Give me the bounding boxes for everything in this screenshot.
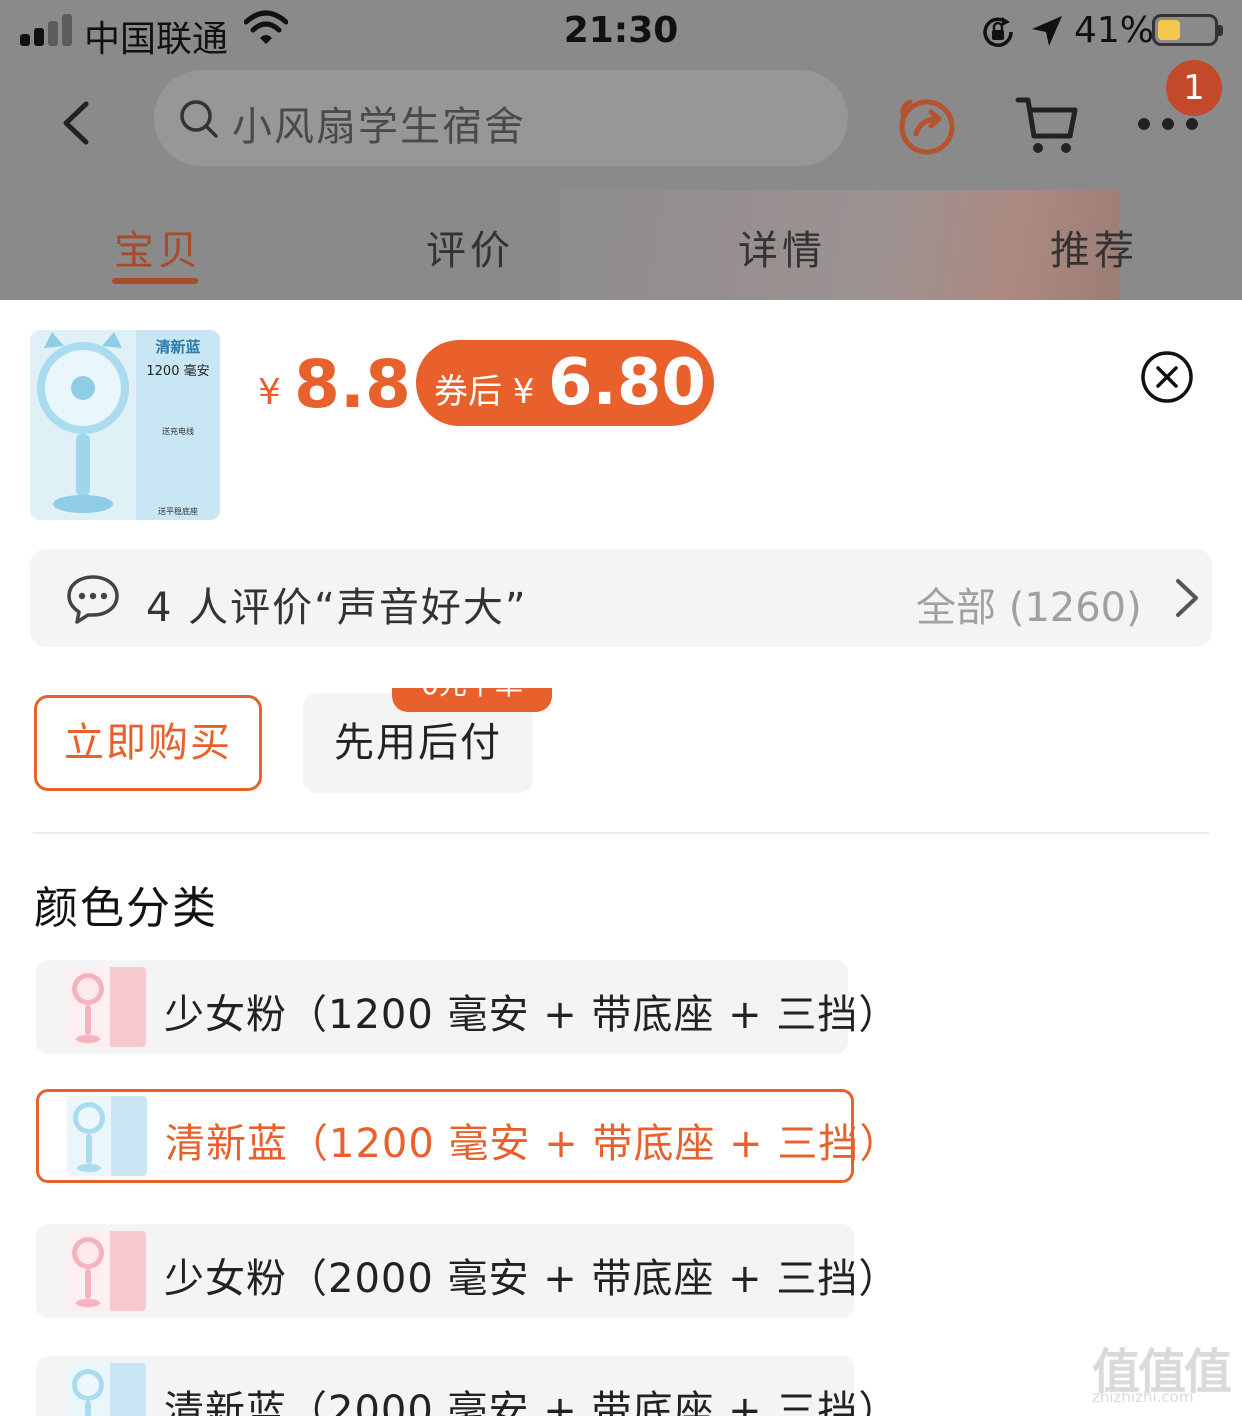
tab-recommend[interactable]: 推荐 <box>1050 218 1138 276</box>
tab-reviews[interactable]: 评价 <box>426 218 514 276</box>
option-label: 少女粉（2000 毫安 + 带底座 + 三挡） <box>164 1256 900 1302</box>
location-arrow-icon <box>1032 16 1062 46</box>
option-thumbnail <box>67 1096 147 1176</box>
watermark: 值值值 zhizhizhi.com <box>1092 1332 1238 1416</box>
close-icon[interactable] <box>1140 350 1194 404</box>
option-label: 清新蓝（2000 毫安 + 带底座 + 三挡） <box>164 1388 900 1416</box>
thumbnail-info-panel: 清新蓝 1200 毫安 送充电线 送平稳底座 <box>136 330 220 520</box>
product-thumbnail: 清新蓝 1200 毫安 送充电线 送平稳底座 <box>30 330 220 520</box>
option-pink-2000[interactable]: 少女粉（2000 毫安 + 带底座 + 三挡） <box>36 1224 898 1318</box>
tab-underline <box>112 278 198 284</box>
coupon-price-pill: 券后 ¥ 6.80 <box>416 340 714 426</box>
option-blue-2000[interactable]: 清新蓝（2000 毫安 + 带底座 + 三挡） <box>36 1356 898 1416</box>
coupon-label: 券后 ¥ <box>434 372 535 412</box>
watermark-url: zhizhizhi.com <box>1092 1388 1194 1406</box>
rotation-lock-icon <box>983 17 1013 47</box>
thumbnail-subtitle: 1200 毫安 <box>146 364 210 379</box>
review-summary-bar[interactable]: 4 人评价“声音好大” 全部 (1260) <box>30 549 1212 647</box>
search-icon <box>180 100 218 138</box>
fan-mini-icon <box>73 1102 105 1172</box>
nav-bar: 小风扇学生宿舍 1 <box>0 60 1242 190</box>
cart-icon[interactable] <box>1014 92 1080 158</box>
tab-baobei[interactable]: 宝贝 <box>114 218 202 276</box>
tab-bar: 宝贝 评价 详情 推荐 <box>0 190 1242 300</box>
option-blue-1200[interactable]: 清新蓝（1200 毫安 + 带底座 + 三挡） <box>36 1089 899 1183</box>
tab-details[interactable]: 详情 <box>738 218 826 276</box>
search-placeholder: 小风扇学生宿舍 <box>232 104 526 150</box>
status-bar: 中国联通 21:30 41% <box>0 0 1242 64</box>
option-pink-1200[interactable]: 少女粉（1200 毫安 + 带底座 + 三挡） <box>36 960 898 1054</box>
battery-percent: 41% <box>1074 10 1155 51</box>
price-currency: ¥ <box>258 372 281 413</box>
option-label: 清新蓝（1200 毫安 + 带底座 + 三挡） <box>165 1121 901 1167</box>
share-icon[interactable] <box>896 94 958 156</box>
cart-badge: 1 <box>1166 60 1222 116</box>
battery-icon <box>1152 14 1223 46</box>
buy-now-button[interactable]: 立即购买 <box>34 695 262 791</box>
thumbnail-note-base: 送平稳底座 <box>158 507 198 516</box>
chevron-right-icon <box>1176 579 1198 617</box>
zero-yuan-badge-clip: 0元下单 <box>392 688 554 714</box>
fan-mini-icon <box>72 1237 104 1307</box>
fan-mini-icon <box>72 973 104 1043</box>
coupon-price: 6.80 <box>548 346 706 420</box>
option-thumbnail <box>66 1231 146 1311</box>
battery-fill <box>1158 20 1180 40</box>
sku-sheet: 清新蓝 1200 毫安 送充电线 送平稳底座 ¥ 8.8 券后 ¥ 6.80 4… <box>0 300 1242 1416</box>
thumbnail-title: 清新蓝 <box>155 338 201 356</box>
price: 8.8 <box>294 346 411 423</box>
color-category-title: 颜色分类 <box>34 883 218 934</box>
fan-illustration <box>37 332 129 513</box>
chat-bubble-icon <box>67 575 119 624</box>
zero-yuan-badge: 0元下单 <box>392 688 552 712</box>
search-input[interactable]: 小风扇学生宿舍 <box>154 70 848 166</box>
thumbnail-note-cable: 送充电线 <box>162 427 194 436</box>
fan-mini-icon <box>72 1369 104 1416</box>
option-label: 少女粉（1200 毫安 + 带底座 + 三挡） <box>164 992 900 1038</box>
review-all-count: 全部 (1260) <box>916 585 1142 631</box>
divider <box>33 832 1209 834</box>
option-thumbnail <box>66 967 146 1047</box>
dimmed-page: 中国联通 21:30 41% 小风扇学生宿舍 1 宝贝 评价 详情 推荐 <box>0 0 1242 300</box>
review-highlight-text: 4 人评价“声音好大” <box>146 585 528 631</box>
back-arrow-icon[interactable] <box>56 98 96 148</box>
option-thumbnail <box>66 1363 146 1416</box>
